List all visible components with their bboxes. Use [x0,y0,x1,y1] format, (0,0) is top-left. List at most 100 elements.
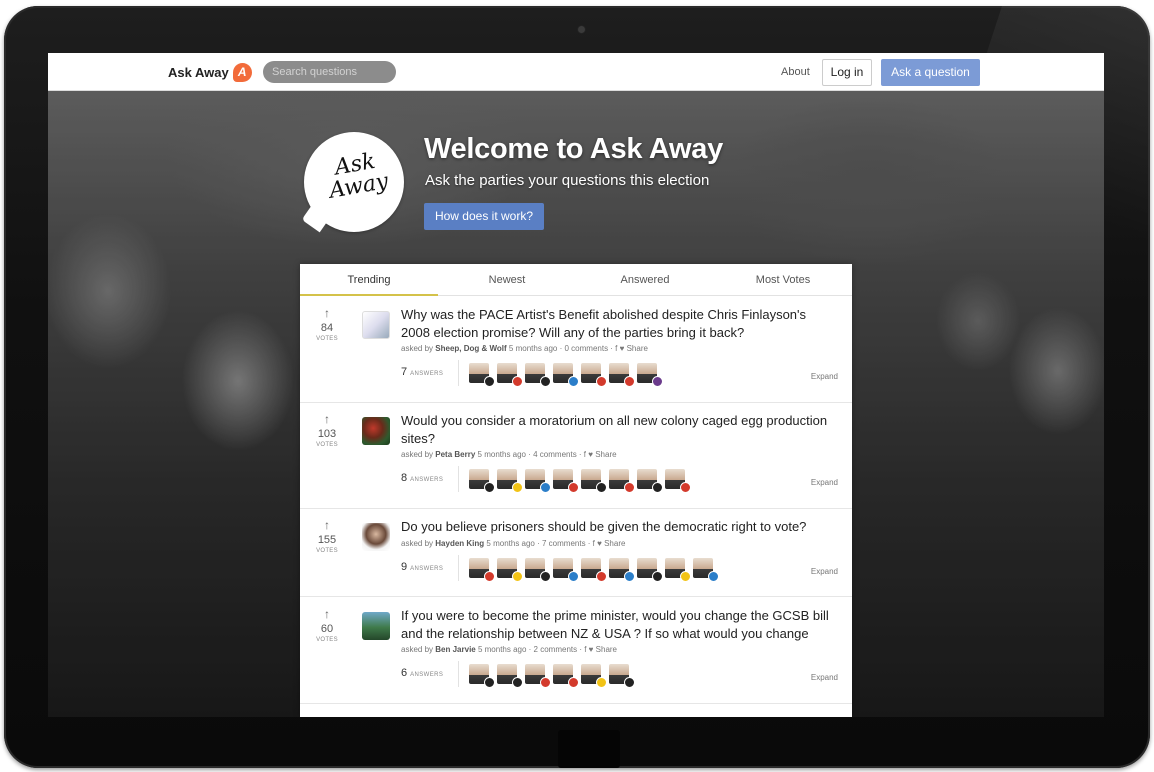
expand-link[interactable]: Expand [811,478,838,487]
asker-avatar[interactable] [362,612,390,640]
party-avatar[interactable] [469,558,495,582]
party-avatar[interactable] [525,363,551,387]
party-avatar[interactable] [609,469,635,493]
question-title[interactable]: Why was the PACE Artist's Benefit abolis… [401,306,831,342]
upvote-arrow-icon[interactable]: ↑ [310,608,344,620]
question-meta: asked by Hayden King 5 months ago · 7 co… [401,539,625,548]
how-it-works-button[interactable]: How does it work? [424,203,544,230]
expand-link[interactable]: Expand [811,673,838,682]
upvote-arrow-icon[interactable]: ↑ [310,413,344,425]
party-avatar[interactable] [609,558,635,582]
party-avatar[interactable] [497,469,523,493]
party-avatar[interactable] [609,363,635,387]
votes-label: VOTES [316,637,338,643]
party-avatar[interactable] [469,664,495,688]
question-item[interactable]: ↑ 84 VOTES Why was the PACE Artist's Ben… [300,297,852,403]
expand-link[interactable]: Expand [811,372,838,381]
search-input[interactable] [263,61,396,83]
answers-label: ANSWERS [410,672,444,678]
tab-newest[interactable]: Newest [438,264,576,296]
upvote-arrow-icon[interactable]: ↑ [310,307,344,319]
vote-count: 103 [317,428,337,440]
party-avatar[interactable] [525,469,551,493]
asker-name[interactable]: Hayden King [435,539,484,548]
question-title[interactable]: Would you consider a moratorium on all n… [401,412,831,448]
login-button[interactable]: Log in [822,59,872,86]
asked-by-label: asked by [401,539,434,548]
party-avatar[interactable] [609,664,635,688]
meta-details: 5 months ago · 4 comments · f ♥ Share [477,450,617,459]
answer-number: 6 [401,667,408,679]
expand-link[interactable]: Expand [811,567,838,576]
question-item[interactable]: ↑ 155 VOTES Do you believe prisoners sho… [300,509,852,597]
tab-trending[interactable]: Trending [300,264,438,296]
brand[interactable]: Ask Away A [168,63,252,82]
party-avatar[interactable] [497,664,523,688]
monitor-stand-notch [558,730,620,768]
ask-question-button[interactable]: Ask a question [881,59,980,86]
logo-lettering: Ask Away [315,148,399,205]
party-avatars [458,555,719,582]
party-avatar[interactable] [525,664,551,688]
answers-label: ANSWERS [410,566,444,572]
asker-name[interactable]: Sheep, Dog & Wolf [435,344,506,353]
brand-name: Ask Away [168,65,229,80]
party-avatar[interactable] [469,469,495,493]
party-avatar[interactable] [469,363,495,387]
party-avatar[interactable] [553,558,579,582]
answer-count: 9 ANSWERS [401,561,443,573]
tab-answered[interactable]: Answered [576,264,714,296]
next-question-partial [300,714,852,717]
vote-widget: ↑ 103 VOTES [310,413,344,449]
votes-label: VOTES [316,442,338,448]
tab-most-votes[interactable]: Most Votes [714,264,852,296]
question-tabs: Trending Newest Answered Most Votes [300,264,852,296]
party-avatar[interactable] [497,558,523,582]
answer-count: 8 ANSWERS [401,472,443,484]
vote-widget: ↑ 60 VOTES [310,608,344,644]
answer-count: 6 ANSWERS [401,667,443,679]
party-avatar[interactable] [581,469,607,493]
asker-avatar[interactable] [362,311,390,339]
votes-label: VOTES [316,548,338,554]
party-avatar[interactable] [497,363,523,387]
asker-name[interactable]: Ben Jarvie [435,645,475,654]
upvote-arrow-icon[interactable]: ↑ [310,519,344,531]
asker-avatar[interactable] [362,523,390,551]
question-title[interactable]: Do you believe prisoners should be given… [401,518,831,536]
party-avatar[interactable] [525,558,551,582]
about-link[interactable]: About [781,66,810,78]
party-avatar[interactable] [693,558,719,582]
party-avatars [458,661,635,688]
party-avatar[interactable] [553,664,579,688]
question-title[interactable]: If you were to become the prime minister… [401,607,831,643]
vote-count: 155 [317,534,337,546]
asker-name[interactable]: Peta Berry [435,450,475,459]
party-avatar[interactable] [665,558,691,582]
ask-away-logo: Ask Away [304,132,404,232]
asked-by-label: asked by [401,645,434,654]
monitor-frame: Ask Away A About Log in Ask a question A… [4,6,1150,768]
question-item[interactable]: ↑ 60 VOTES If you were to become the pri… [300,598,852,704]
answers-label: ANSWERS [410,477,444,483]
party-avatar[interactable] [637,363,663,387]
questions-panel: Trending Newest Answered Most Votes ↑ 84… [300,264,852,717]
hero-title: Welcome to Ask Away [424,133,723,165]
party-avatar[interactable] [665,469,691,493]
party-avatar[interactable] [553,469,579,493]
asker-avatar[interactable] [362,417,390,445]
party-avatar[interactable] [553,363,579,387]
party-avatar[interactable] [637,558,663,582]
party-avatar[interactable] [581,558,607,582]
party-avatar[interactable] [637,469,663,493]
camera-icon [578,26,585,33]
party-avatar[interactable] [581,664,607,688]
vote-count: 84 [320,322,334,334]
brand-logo-icon: A [232,63,252,82]
party-avatars [458,360,663,387]
party-avatars [458,466,691,493]
vote-widget: ↑ 155 VOTES [310,519,344,555]
party-avatar[interactable] [581,363,607,387]
question-item[interactable]: ↑ 103 VOTES Would you consider a morator… [300,403,852,509]
meta-details: 5 months ago · 7 comments · f ♥ Share [486,539,626,548]
